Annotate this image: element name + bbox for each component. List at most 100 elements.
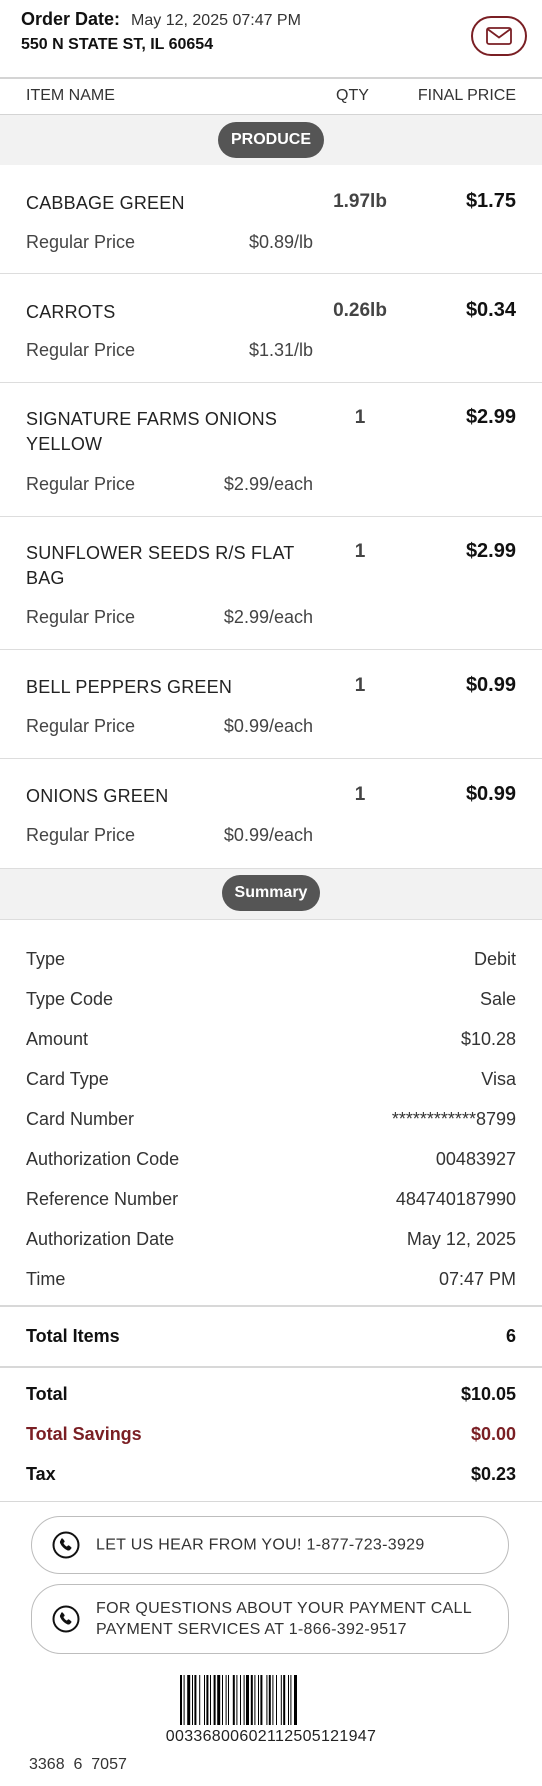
summary-label: Amount <box>26 1029 89 1049</box>
barcode-bar <box>236 1675 238 1725</box>
summary-row: Time 07:47 PM <box>26 1269 516 1290</box>
divider <box>0 1305 542 1307</box>
order-date-label: Order Date: <box>21 9 121 29</box>
summary-label: Card Type <box>26 1069 109 1089</box>
order-date-value: May 12, 2025 07:47 PM <box>131 12 301 29</box>
barcode-bar <box>225 1675 227 1725</box>
item-qty: 1 <box>354 784 366 805</box>
item-price: $0.99 <box>465 783 516 805</box>
summary-row: Type Debit <box>26 949 516 970</box>
envelope-icon <box>486 27 512 45</box>
total-value: $10.05 <box>460 1384 516 1404</box>
summary-row: Reference Number 484740187990 <box>26 1189 516 1210</box>
barcode-bar <box>210 1675 211 1725</box>
barcode-bar <box>294 1675 297 1725</box>
regular-price-value: $1.31/lb <box>248 340 313 360</box>
divider <box>0 1366 542 1368</box>
item-qty: 1 <box>354 675 366 696</box>
barcode-bar <box>276 1675 277 1725</box>
item-price: $2.99 <box>465 406 516 428</box>
column-headers: ITEM NAME QTY FINAL PRICE <box>0 78 542 115</box>
regular-price-label: Regular Price <box>26 825 136 845</box>
barcode-bar <box>246 1675 249 1725</box>
category-pill: PRODUCE <box>218 122 324 158</box>
store-address: 550 N STATE ST, IL 60654 <box>21 36 214 53</box>
savings-row: Total Savings $0.00 <box>26 1424 516 1445</box>
item-name: CABBAGE GREEN <box>26 193 185 213</box>
barcode-bar <box>194 1675 197 1725</box>
total-items-label: Total Items <box>26 1326 120 1346</box>
barcode-bar <box>260 1675 263 1725</box>
tax-value: $0.23 <box>470 1464 516 1484</box>
barcode-bar <box>280 1675 282 1725</box>
summary-label: Type <box>26 949 66 969</box>
receipt-barcode <box>180 1675 297 1725</box>
summary-band: Summary <box>0 868 542 920</box>
item-name: CARROTS <box>26 302 116 322</box>
barcode-bar <box>254 1675 256 1725</box>
barcode-bar <box>240 1675 241 1725</box>
summary-value: 07:47 PM <box>438 1269 516 1289</box>
barcode-bar <box>288 1675 289 1725</box>
regular-price-label: Regular Price <box>26 474 136 494</box>
regular-price-value: $0.99/each <box>223 716 313 736</box>
line-item: ONIONS GREEN 1 $0.99 Regular Price $0.99… <box>0 759 542 867</box>
item-name: ONIONS GREEN <box>26 786 169 806</box>
summary-value: Debit <box>473 949 516 969</box>
barcode-bar <box>283 1675 286 1725</box>
barcode-bar <box>243 1675 245 1725</box>
line-item: CABBAGE GREEN 1.97lb $1.75 Regular Price… <box>0 165 542 274</box>
regular-price-label: Regular Price <box>26 340 136 360</box>
regular-price-value: $0.99/each <box>223 825 313 845</box>
item-price: $2.99 <box>465 540 516 562</box>
email-receipt-button[interactable] <box>471 16 527 56</box>
line-item: SIGNATURE FARMS ONIONS YELLOW 1 $2.99 Re… <box>0 383 542 517</box>
col-qty: QTY <box>336 87 369 104</box>
col-final-price: FINAL PRICE <box>417 87 516 104</box>
category-band: PRODUCE <box>0 115 542 165</box>
order-date-line: Order Date: May 12, 2025 07:47 PM <box>21 9 301 30</box>
line-item: CARROTS 0.26lb $0.34 Regular Price $1.31… <box>0 274 542 383</box>
footer-code: 3368 6 7057 <box>29 1756 127 1773</box>
barcode-bar <box>187 1675 191 1725</box>
barcode-bar <box>217 1675 221 1725</box>
summary-row: Card Number ************8799 <box>26 1109 516 1130</box>
barcode-bar <box>258 1675 259 1725</box>
barcode-bar <box>268 1675 271 1725</box>
barcode-bar <box>250 1675 253 1725</box>
summary-value: Sale <box>479 989 516 1009</box>
barcode-bar <box>183 1675 185 1725</box>
payment-services-call-button[interactable]: FOR QUESTIONS ABOUT YOUR PAYMENT CALL PA… <box>31 1584 509 1654</box>
summary-label: Authorization Date <box>26 1229 175 1249</box>
summary-row: Amount $10.28 <box>26 1029 516 1050</box>
barcode-bar <box>180 1675 182 1725</box>
item-name: SIGNATURE FARMS ONIONS YELLOW <box>26 409 278 454</box>
col-item-name: ITEM NAME <box>26 87 115 104</box>
line-item: SUNFLOWER SEEDS R/S FLAT BAG 1 $2.99 Reg… <box>0 517 542 650</box>
summary-label: Time <box>26 1269 66 1289</box>
item-qty: 1 <box>354 541 366 562</box>
item-qty: 1 <box>354 407 366 428</box>
summary-value: May 12, 2025 <box>406 1229 516 1249</box>
summary-value: 00483927 <box>435 1149 516 1169</box>
barcode-bar <box>204 1675 205 1725</box>
item-name: SUNFLOWER SEEDS R/S FLAT BAG <box>26 543 295 588</box>
phone-icon <box>52 1605 80 1633</box>
barcode-bar <box>222 1675 223 1725</box>
barcode-bar <box>206 1675 209 1725</box>
payment-services-call-text: FOR QUESTIONS ABOUT YOUR PAYMENT CALL PA… <box>96 1600 472 1638</box>
summary-label: Authorization Code <box>26 1149 180 1169</box>
total-items-row: Total Items 6 <box>26 1326 516 1347</box>
summary-row: Type Code Sale <box>26 989 516 1010</box>
summary-value: $10.28 <box>460 1029 516 1049</box>
summary-label: Card Number <box>26 1109 135 1129</box>
divider <box>0 1501 542 1502</box>
summary-pill: Summary <box>222 875 320 911</box>
barcode-bar <box>266 1675 268 1725</box>
barcode-bar <box>213 1675 216 1725</box>
total-items-value: 6 <box>505 1326 516 1346</box>
receipt-header: Order Date: May 12, 2025 07:47 PM 550 N … <box>0 0 542 79</box>
item-qty: 0.26lb <box>333 300 387 321</box>
feedback-call-button[interactable]: LET US HEAR FROM YOU! 1-877-723-3929 <box>31 1516 509 1574</box>
barcode-bar <box>272 1675 274 1725</box>
